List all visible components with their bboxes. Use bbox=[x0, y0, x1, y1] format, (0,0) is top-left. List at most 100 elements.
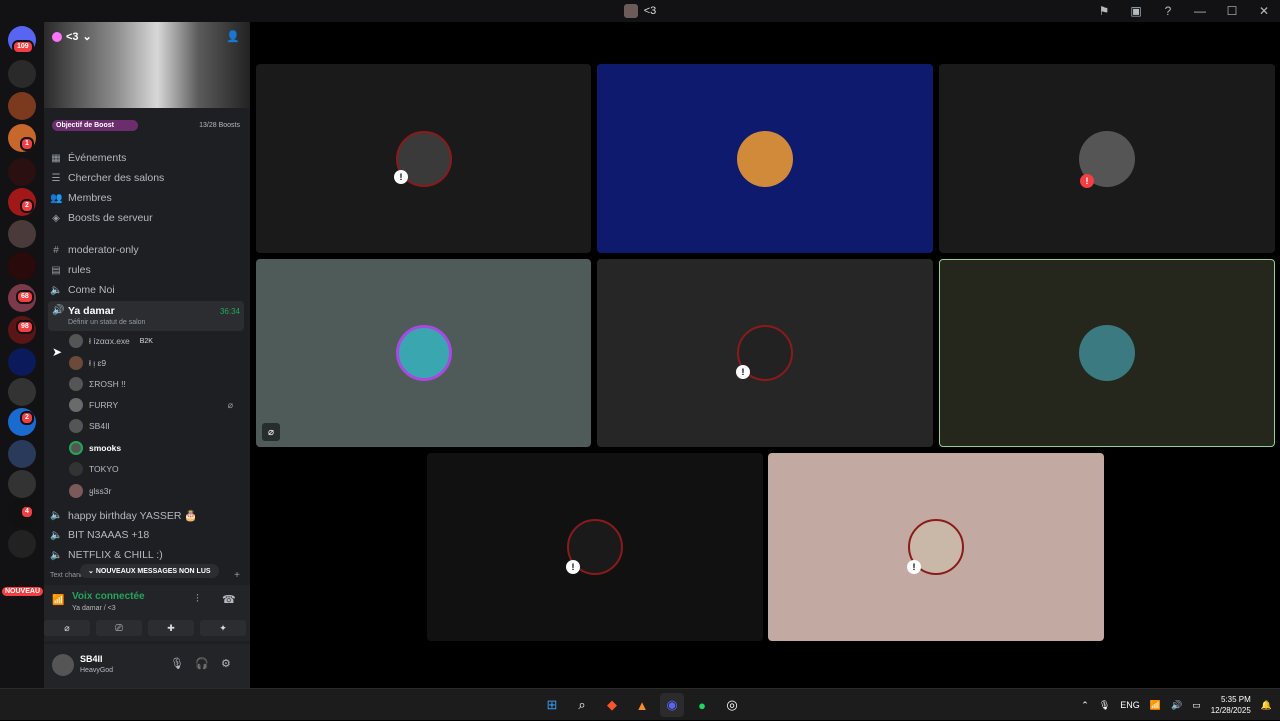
add-channel-icon[interactable]: + bbox=[234, 570, 240, 581]
channel-label: rules bbox=[68, 264, 91, 276]
voice-member[interactable]: TOKYO bbox=[69, 460, 239, 478]
server-icon[interactable] bbox=[8, 92, 36, 120]
voice-member[interactable]: FURRY ⌀ bbox=[69, 396, 239, 414]
clock[interactable]: 5:35 PM 12/28/2025 bbox=[1211, 694, 1251, 716]
unread-badge: 98 bbox=[16, 320, 34, 334]
microphone-icon[interactable]: 🎙 bbox=[1099, 700, 1110, 711]
participant-tile[interactable]: ! bbox=[256, 64, 591, 253]
search-icon[interactable]: ⌕ bbox=[570, 693, 594, 717]
channel-netflix-chill[interactable]: 🔈 NETFLIX & CHILL :) bbox=[50, 546, 244, 564]
server-banner[interactable]: <3 ⌄ 👤 bbox=[44, 22, 250, 108]
participant-tile[interactable]: ! bbox=[768, 453, 1104, 641]
voice-member[interactable]: ყlss3r bbox=[69, 482, 239, 500]
voice-member[interactable]: ΣROSH !! bbox=[69, 375, 239, 393]
nav-members[interactable]: 👥 Membres bbox=[50, 189, 244, 207]
avatar bbox=[69, 441, 83, 455]
voice-member[interactable]: ł ízααх.ехе B2K bbox=[69, 332, 239, 350]
voice-location[interactable]: Ya damar / <3 bbox=[72, 605, 116, 612]
new-badge[interactable]: NOUVEAU bbox=[2, 587, 44, 596]
server-icon[interactable] bbox=[8, 440, 36, 468]
invite-icon[interactable]: 👤 bbox=[226, 30, 240, 43]
help-icon[interactable]: ? bbox=[1152, 0, 1184, 22]
notification-icon[interactable]: 🔔 bbox=[1261, 700, 1272, 711]
nav-events[interactable]: ▦ Événements bbox=[50, 149, 244, 167]
channel-happy-birthday[interactable]: 🔈 happy birthday YASSER 🎂 bbox=[50, 506, 244, 524]
spotify-icon[interactable]: ● bbox=[690, 693, 714, 717]
microphone-icon[interactable]: 🎙 bbox=[170, 657, 184, 670]
maximize-icon[interactable]: ☐ bbox=[1216, 0, 1248, 22]
voice-active-icon: 🔊 bbox=[52, 305, 65, 316]
boost-goal[interactable]: Objectif de Boost 13/28 Boosts bbox=[52, 118, 240, 132]
server-icon[interactable] bbox=[8, 530, 36, 558]
set-channel-status[interactable]: Définir un statut de salon bbox=[68, 319, 145, 326]
voice-connection-panel: 📶 Voix connectée Ya damar / <3 ⫶ ☎ ⌀ ⎚ ✚… bbox=[44, 585, 250, 641]
disconnect-icon[interactable]: ☎ bbox=[222, 593, 236, 606]
participant-tile[interactable]: ! bbox=[597, 259, 933, 447]
member-name: ł ᴉ ɛ9 bbox=[89, 358, 107, 368]
discord-icon[interactable]: ◉ bbox=[660, 693, 684, 717]
minimize-icon[interactable]: — bbox=[1184, 0, 1216, 22]
new-unread-messages-button[interactable]: ⌄ NOUVEAUX MESSAGES NON LUS bbox=[80, 564, 219, 578]
settings-icon[interactable]: ⚙ bbox=[221, 657, 231, 670]
voice-member[interactable]: SB4II bbox=[69, 417, 239, 435]
title-bar: <3 ⚑ ▣ ? — ☐ ✕ bbox=[0, 0, 1280, 22]
volume-icon[interactable]: 🔊 bbox=[1171, 700, 1182, 711]
mute-indicator-icon: ! bbox=[907, 560, 921, 574]
close-icon[interactable]: ✕ bbox=[1248, 0, 1280, 22]
browse-icon: ☰ bbox=[51, 172, 61, 184]
steam-icon[interactable]: ◎ bbox=[720, 693, 744, 717]
camera-button[interactable]: ⌀ bbox=[44, 620, 90, 636]
nav-browse-channels[interactable]: ☰ Chercher des salons bbox=[50, 169, 244, 187]
server-header[interactable]: <3 ⌄ bbox=[52, 30, 92, 43]
rules-icon: ▤ bbox=[51, 264, 61, 276]
member-name: ΣROSH !! bbox=[89, 379, 126, 389]
activities-button[interactable]: ✚ bbox=[148, 620, 194, 636]
participant-tile[interactable]: ! bbox=[427, 453, 763, 641]
channel-moderator-only[interactable]: # moderator-only bbox=[50, 241, 244, 259]
server-icon[interactable] bbox=[8, 60, 36, 88]
voice-member[interactable]: ł ᴉ ɛ9 bbox=[69, 354, 239, 372]
avatar bbox=[737, 130, 793, 187]
language-indicator[interactable]: ENG bbox=[1120, 700, 1140, 710]
avatar bbox=[69, 356, 83, 370]
nav-server-boosts[interactable]: ◈ Boosts de serveur bbox=[50, 209, 244, 227]
brave-icon[interactable]: ◆ bbox=[600, 693, 624, 717]
member-name: smooks bbox=[89, 443, 122, 453]
server-icon[interactable] bbox=[8, 220, 36, 248]
participant-tile[interactable]: ! bbox=[939, 64, 1275, 253]
avatar bbox=[69, 462, 83, 476]
wifi-icon[interactable]: 📶 bbox=[1150, 700, 1161, 711]
participant-tile-speaking[interactable] bbox=[939, 259, 1275, 447]
app-icon[interactable]: ▲ bbox=[630, 693, 654, 717]
server-icon[interactable] bbox=[8, 348, 36, 376]
voice-member[interactable]: smooks bbox=[69, 439, 239, 457]
unread-label: NOUVEAUX MESSAGES NON LUS bbox=[95, 568, 211, 575]
screen-icon[interactable]: ▣ bbox=[1120, 0, 1152, 22]
speaker-icon: 🔈 bbox=[50, 529, 63, 541]
channel-label: moderator-only bbox=[68, 244, 139, 256]
channel-ya-damar[interactable]: 🔊 Ya damar Définir un statut de salon 36… bbox=[48, 301, 244, 331]
battery-icon[interactable]: ▭ bbox=[1192, 700, 1201, 711]
unread-badge: 2 bbox=[20, 411, 34, 425]
chevron-up-icon[interactable]: ⌃ bbox=[1081, 700, 1089, 711]
server-icon[interactable] bbox=[8, 252, 36, 280]
channel-come-noi[interactable]: 🔈 Come Noi bbox=[50, 281, 244, 299]
signal-icon[interactable]: 📶 bbox=[52, 595, 64, 606]
server-icon[interactable] bbox=[8, 158, 36, 186]
participant-tile[interactable]: ⌀ bbox=[256, 259, 591, 447]
channel-rules[interactable]: ▤ rules bbox=[50, 261, 244, 279]
inbox-icon[interactable]: ⚑ bbox=[1088, 0, 1120, 22]
server-icon[interactable] bbox=[8, 378, 36, 406]
screen-share-button[interactable]: ⎚ bbox=[96, 620, 142, 636]
participant-tile[interactable] bbox=[597, 64, 933, 253]
avatar[interactable] bbox=[52, 654, 74, 676]
start-icon[interactable]: ⊞ bbox=[540, 693, 564, 717]
channel-bit-n3aaas[interactable]: 🔈 BIT N3AAAS +18 bbox=[50, 526, 244, 544]
noise-suppression-icon[interactable]: ⫶ bbox=[196, 593, 199, 606]
taskbar: ⊞ ⌕ ◆ ▲ ◉ ● ◎ ⌃ 🎙 ENG 📶 🔊 ▭ 5:35 PM 12/2… bbox=[0, 688, 1280, 720]
nav-label: Boosts de serveur bbox=[68, 212, 153, 224]
headphones-icon[interactable]: 🎧 bbox=[195, 657, 209, 670]
server-icon[interactable] bbox=[8, 470, 36, 498]
soundboard-button[interactable]: ✦ bbox=[200, 620, 246, 636]
avatar bbox=[69, 334, 83, 348]
